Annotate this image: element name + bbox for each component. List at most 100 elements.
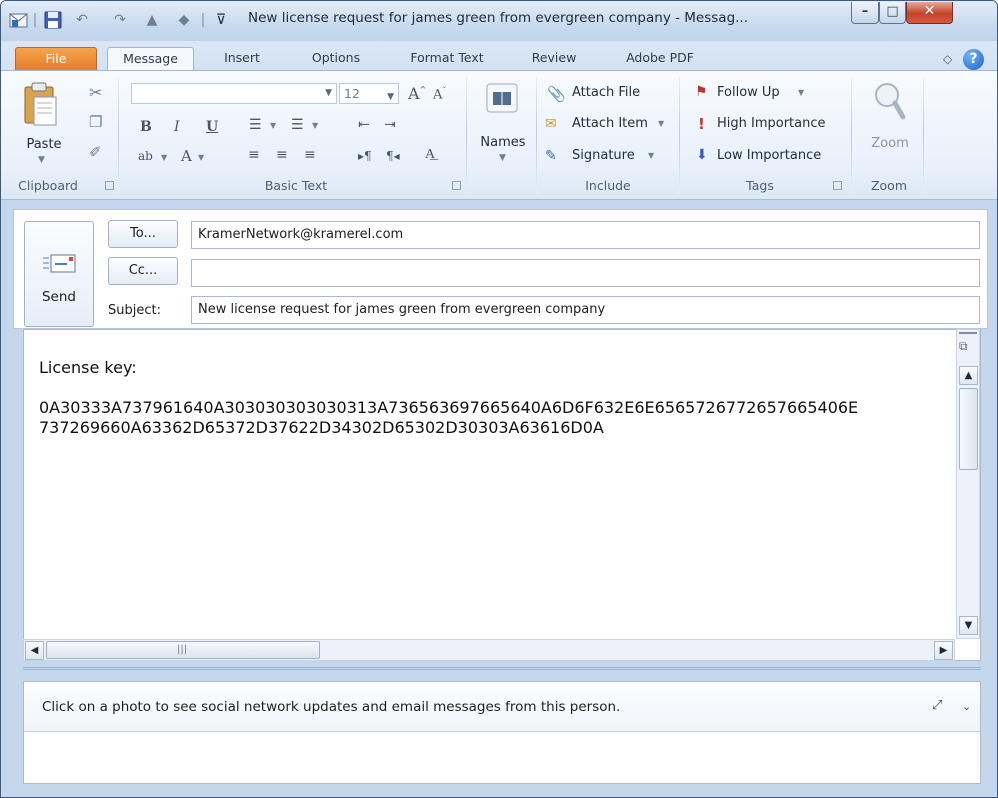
minimize-icon: – <box>861 4 869 19</box>
group-separator <box>466 77 467 194</box>
previous-item-icon[interactable]: ▲ <box>141 9 163 31</box>
zoom-group-label: Zoom <box>870 178 908 193</box>
signature-icon: ✎ <box>545 148 557 164</box>
high-importance-icon: ! <box>698 115 705 133</box>
highlight-icon[interactable]: ab <box>138 149 153 163</box>
send-label: Send <box>41 289 76 305</box>
paperclip-icon: 📎 <box>547 85 566 103</box>
ltr-icon[interactable]: ▸¶ <box>358 149 372 163</box>
cc-field[interactable] <box>191 259 980 287</box>
cc-button[interactable]: Cc... <box>108 257 178 285</box>
grow-font-icon[interactable]: A^ <box>408 84 426 103</box>
numbering-dropdown-icon[interactable]: ▼ <box>312 121 318 130</box>
rtl-icon[interactable]: ¶◂ <box>386 149 400 163</box>
font-color-icon[interactable]: A <box>181 147 192 165</box>
group-separator <box>851 77 852 194</box>
scroll-right-icon[interactable]: ▶ <box>934 641 953 660</box>
scroll-down-icon[interactable]: ▼ <box>959 616 978 635</box>
message-body[interactable]: License key: 0A30333A737961640A303030303… <box>23 329 981 661</box>
signature-dropdown-icon: ▼ <box>648 151 655 160</box>
align-right-icon[interactable]: ≡ <box>304 147 316 163</box>
close-button[interactable]: ✕ <box>906 2 953 24</box>
tab-options[interactable]: Options <box>293 47 379 71</box>
numbering-icon[interactable]: ☰ <box>291 117 304 133</box>
next-item-icon[interactable]: ◆ <box>173 9 195 31</box>
shrink-font-icon[interactable]: Aˇ <box>433 86 446 102</box>
minimize-ribbon-icon[interactable]: ◇ <box>943 52 952 66</box>
bold-icon[interactable]: B <box>140 119 152 135</box>
increase-indent-icon[interactable]: ⇥ <box>384 117 396 133</box>
font-size-dropdown-icon: ▼ <box>387 92 394 102</box>
names-label: Names <box>480 135 526 150</box>
basic-text-launcher-icon[interactable] <box>452 181 461 190</box>
paste-dropdown-icon[interactable]: ▼ <box>38 155 45 165</box>
copy-icon[interactable]: ❐ <box>89 113 102 131</box>
names-button[interactable]: Names ▼ <box>475 79 531 175</box>
align-left-icon[interactable]: ≡ <box>248 147 260 163</box>
body-line: 0A30333A737961640A303030303030313A736563… <box>39 398 859 417</box>
title-bar: | ↶ ↷ ▲ ◆ | ⊽ New license request for ja… <box>1 1 997 41</box>
attach-item-label: Attach Item <box>572 116 648 131</box>
redo-icon[interactable]: ↷ <box>109 9 131 31</box>
scroll-left-icon[interactable]: ◀ <box>25 641 44 660</box>
font-size-combo[interactable]: 12 ▼ <box>339 83 399 104</box>
people-pane-message: Click on a photo to see social network u… <box>42 699 621 715</box>
magnifier-icon <box>875 83 906 120</box>
tab-message[interactable]: Message <box>107 47 194 71</box>
tab-adobe-pdf[interactable]: Adobe PDF <box>607 47 713 71</box>
scroll-up-icon[interactable]: ▲ <box>959 366 978 385</box>
people-pane-splitter[interactable] <box>23 667 981 670</box>
bullets-dropdown-icon[interactable]: ▼ <box>270 121 276 130</box>
outlook-app-icon[interactable] <box>9 9 29 31</box>
customize-qat-icon[interactable]: ⊽ <box>211 9 231 31</box>
tags-launcher-icon[interactable] <box>833 181 842 190</box>
vertical-scrollbar[interactable]: ⧉ ▲ ▼ <box>956 329 980 639</box>
close-icon: ✕ <box>923 3 936 19</box>
save-icon[interactable] <box>43 9 65 31</box>
minimize-button[interactable]: – <box>851 2 879 24</box>
names-dropdown-icon[interactable]: ▼ <box>499 153 506 163</box>
horizontal-scrollbar[interactable]: ◀ ||| ▶ <box>23 639 955 661</box>
maximize-button[interactable]: □ <box>879 2 906 24</box>
undo-icon[interactable]: ↶ <box>71 9 93 31</box>
view-side-by-side-icon[interactable]: ⧉ <box>959 339 968 354</box>
center-icon[interactable]: ≡ <box>276 147 288 163</box>
compose-header: Send To... KramerNetwork@kramerel.com Cc… <box>13 209 988 329</box>
tags-group-label: Tags <box>746 178 774 193</box>
to-field[interactable]: KramerNetwork@kramerel.com <box>191 221 980 249</box>
help-icon[interactable]: ? <box>963 49 984 70</box>
tab-format-text[interactable]: Format Text <box>394 47 500 71</box>
group-separator <box>679 77 680 194</box>
qat-separator: | <box>200 12 206 28</box>
vertical-scroll-thumb[interactable] <box>959 388 978 470</box>
font-size-value: 12 <box>344 86 360 101</box>
tab-file[interactable]: File <box>15 47 97 71</box>
collapse-chevron-icon[interactable]: ⌄ <box>962 700 971 713</box>
expand-icon[interactable]: ⤢ <box>932 698 942 713</box>
styles-icon[interactable]: A͟ <box>425 146 435 163</box>
horizontal-scroll-thumb[interactable]: ||| <box>46 641 320 659</box>
italic-icon[interactable]: I <box>174 119 180 135</box>
paste-button[interactable]: Paste ▼ <box>21 81 67 171</box>
font-color-dropdown-icon[interactable]: ▼ <box>198 153 204 162</box>
people-pane-header: Click on a photo to see social network u… <box>24 682 980 732</box>
format-painter-icon[interactable]: ✐ <box>89 143 102 161</box>
send-button[interactable]: Send <box>24 221 94 327</box>
highlight-dropdown-icon[interactable]: ▼ <box>161 153 167 162</box>
cut-icon[interactable]: ✂ <box>89 83 102 102</box>
to-button[interactable]: To... <box>108 220 178 248</box>
underline-icon[interactable]: U <box>206 119 218 135</box>
zoom-button[interactable]: Zoom <box>859 79 921 175</box>
message-body-text: License key: 0A30333A737961640A303030303… <box>39 358 959 438</box>
maximize-icon: □ <box>886 4 899 19</box>
group-separator <box>536 77 537 194</box>
split-handle[interactable] <box>959 332 977 334</box>
clipboard-launcher-icon[interactable] <box>105 181 114 190</box>
decrease-indent-icon[interactable]: ⇤ <box>358 117 370 133</box>
subject-field[interactable]: New license request for james green from… <box>191 296 980 324</box>
high-importance-label: High Importance <box>717 116 826 131</box>
bullets-icon[interactable]: ☰ <box>249 117 262 133</box>
tab-insert[interactable]: Insert <box>207 47 277 71</box>
font-name-combo[interactable]: ▼ <box>131 83 337 104</box>
tab-review[interactable]: Review <box>517 47 591 71</box>
